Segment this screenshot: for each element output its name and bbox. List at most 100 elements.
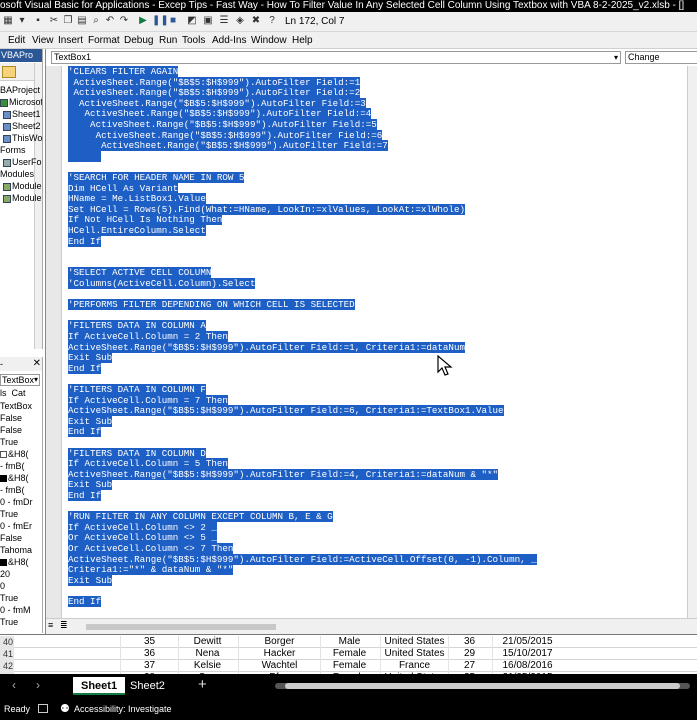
property-value[interactable]: - fmB( [0, 461, 25, 472]
menu-run[interactable]: Run [159, 34, 177, 47]
worksheet-cell[interactable]: 37 [120, 660, 178, 672]
code-line[interactable]: 'FILTERS DATA IN COLUMN F [68, 384, 206, 396]
worksheet-cell[interactable]: Female [320, 648, 378, 660]
property-value[interactable]: - fmB( [0, 485, 25, 496]
code-line[interactable]: ActiveSheet.Range("$B$5:$H$999").AutoFil… [68, 468, 499, 481]
code-line[interactable]: End If [68, 362, 102, 375]
menu-insert[interactable]: Insert [58, 34, 83, 47]
properties-window-icon[interactable]: ☰ [218, 15, 230, 27]
chevron-left-icon[interactable]: ‹ [12, 678, 16, 692]
property-color[interactable]: &H8( [0, 473, 29, 484]
sheet-scrollbar[interactable] [275, 683, 690, 689]
tab-sheet2[interactable]: Sheet2 [122, 677, 173, 695]
code-line[interactable]: 'CLEARS FILTER AGAIN [68, 66, 179, 78]
code-line[interactable]: ActiveSheet.Range("$B$5:$H$999").AutoFil… [68, 140, 388, 152]
paste-icon[interactable]: ▤ [76, 15, 88, 27]
code-line[interactable]: HCell.EntireColumn.Select [68, 225, 206, 237]
code-line[interactable]: ActiveSheet.Range("$B$5:$H$999").AutoFil… [68, 119, 377, 131]
code-line[interactable]: End If [68, 596, 102, 608]
worksheet-row[interactable]: 41 36 Nena Hacker Female United States 29 15/10… [0, 648, 697, 660]
menu-view[interactable]: View [32, 34, 54, 47]
code-line[interactable]: End If [68, 235, 102, 248]
worksheet-cell[interactable]: Dewitt [178, 636, 236, 648]
menu-edit[interactable]: Edit [8, 34, 25, 47]
worksheet-row[interactable]: 42 37 Kelsie Wachtel Female France 27 16/08/201… [0, 660, 697, 672]
code-line[interactable]: If ActiveCell.Column = 2 Then [68, 331, 228, 343]
worksheet-cell[interactable]: Borger [238, 636, 320, 648]
property-value[interactable]: True [0, 509, 18, 520]
copy-icon[interactable]: ❐ [62, 15, 74, 27]
row-header[interactable]: 40 [0, 636, 14, 648]
macro-record-icon[interactable] [38, 704, 48, 713]
chevron-right-icon[interactable]: › [36, 678, 40, 692]
worksheet-cell[interactable]: United States [380, 648, 448, 660]
object-dropdown[interactable]: TextBox1 ▾ [51, 51, 621, 64]
tree-item[interactable]: Module [3, 181, 42, 192]
menu-add-ins[interactable]: Add-Ins [212, 34, 246, 47]
toolbox-icon[interactable]: ✖ [250, 15, 262, 27]
worksheet-cell[interactable]: Male [320, 636, 378, 648]
view-excel-icon[interactable]: ▦ [2, 15, 14, 27]
property-value[interactable]: False [0, 425, 22, 436]
run-icon[interactable]: ▶ [137, 15, 149, 27]
tree-item[interactable]: Microsoft E [0, 97, 42, 108]
worksheet-grid[interactable]: 40 35 Dewitt Borger Male United States 36 21/05… [0, 634, 697, 674]
breakpoint-margin[interactable] [46, 66, 62, 618]
redo-icon[interactable]: ↷ [118, 15, 130, 27]
property-color[interactable]: &H8( [0, 449, 29, 460]
insert-icon[interactable]: ▾ [16, 15, 28, 27]
worksheet-cell[interactable]: 21/05/2015 [492, 636, 562, 648]
code-line[interactable]: ActiveSheet.Range("$B$5:$H$999").AutoFil… [68, 405, 504, 417]
object-selector[interactable]: TextBox ▾ [0, 374, 40, 386]
accessibility-status[interactable]: Accessibility: Investigate [74, 698, 172, 720]
undo-icon[interactable]: ↶ [104, 15, 116, 27]
property-value[interactable]: True [0, 617, 18, 628]
save-icon[interactable]: ▪ [32, 15, 44, 27]
toggle-folders-icon[interactable] [2, 66, 16, 78]
code-editor[interactable]: 'CLEARS FILTER AGAIN ActiveSheet.Range("… [68, 66, 668, 618]
worksheet-cell[interactable]: 36 [120, 648, 178, 660]
tab-sheet1[interactable]: Sheet1 [73, 677, 126, 695]
menu-help[interactable]: Help [292, 34, 313, 47]
procedure-dropdown[interactable]: Change [625, 51, 697, 64]
property-value[interactable]: TextBox [0, 401, 32, 412]
code-line[interactable]: End If [68, 490, 102, 502]
menu-window[interactable]: Window [251, 34, 287, 47]
object-browser-icon[interactable]: ◈ [234, 15, 246, 27]
menu-tools[interactable]: Tools [182, 34, 205, 47]
property-value[interactable]: Tahoma [0, 545, 32, 556]
find-icon[interactable]: ⌕ [90, 15, 102, 27]
scroll-thumb[interactable] [86, 624, 276, 630]
worksheet-cell[interactable]: 36 [448, 636, 490, 648]
worksheet-cell[interactable]: Hacker [238, 648, 320, 660]
tree-item[interactable]: Sheet2 [3, 121, 41, 132]
tree-item[interactable]: Forms [0, 145, 26, 156]
close-icon[interactable]: ✕ [33, 357, 41, 371]
reset-icon[interactable]: ■ [167, 15, 179, 27]
worksheet-cell[interactable]: 27 [448, 660, 490, 672]
horizontal-scrollbar[interactable]: ≡ ≣ [46, 618, 697, 634]
help-icon[interactable]: ? [266, 15, 278, 27]
property-value[interactable]: True [0, 437, 18, 448]
property-value[interactable]: 0 [0, 581, 5, 592]
row-header[interactable]: 41 [0, 648, 14, 660]
design-mode-icon[interactable]: ◩ [186, 15, 198, 27]
menu-debug[interactable]: Debug [124, 34, 153, 47]
menu-format[interactable]: Format [88, 34, 120, 47]
code-line[interactable]: ActiveSheet.Range("$B$5:$H$999").AutoFil… [68, 341, 465, 354]
module-view-icon[interactable]: ≣ [60, 620, 68, 631]
code-line[interactable]: 'Columns(ActiveCell.Column).Select [68, 278, 256, 290]
property-value[interactable]: False [0, 413, 22, 424]
tree-item[interactable]: ThisWo [3, 133, 42, 144]
tree-item[interactable]: UserFo [3, 157, 42, 168]
vertical-scrollbar[interactable] [687, 66, 697, 618]
scroll-thumb[interactable] [285, 683, 680, 689]
project-explorer-icon[interactable]: ▣ [202, 15, 214, 27]
properties-tabs[interactable]: ls Cat [0, 388, 26, 399]
break-icon[interactable]: ❚❚ [152, 15, 169, 27]
code-line[interactable] [68, 150, 102, 163]
worksheet-cell[interactable]: Kelsie [178, 660, 236, 672]
code-line[interactable]: Exit Sub [68, 574, 113, 587]
tree-item[interactable]: Sheet1 [3, 109, 41, 120]
tree-item[interactable]: Modules [0, 169, 34, 180]
